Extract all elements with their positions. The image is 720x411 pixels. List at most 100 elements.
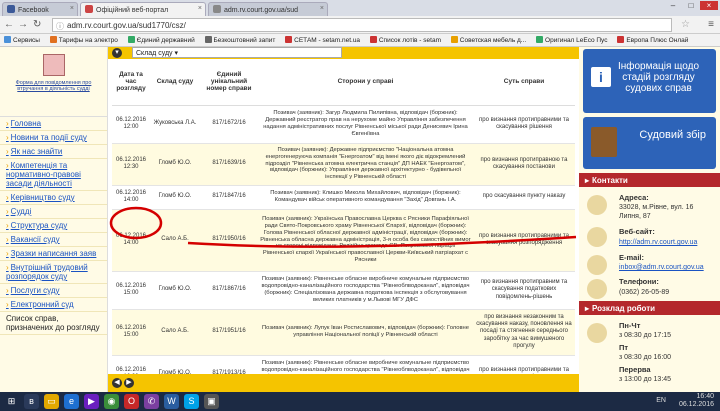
case-date: 06.12.2016 12:30: [112, 143, 150, 186]
menu-icon[interactable]: ≡: [708, 19, 714, 30]
sidebar-item-competence[interactable]: › Компетенція та нормативно-правові засад…: [0, 159, 107, 191]
tab-facebook[interactable]: Facebook ×: [2, 2, 78, 16]
opera-icon[interactable]: O: [124, 394, 139, 409]
case-subject: про визнання незаконним та скасування на…: [473, 309, 575, 356]
case-date: 06.12.2016 15:00: [112, 271, 150, 310]
url-input[interactable]: ⓘ adm.rv.court.gov.ua/sud1770/csz/: [52, 18, 672, 32]
bookmark-item[interactable]: Оригинал LeEco Пус: [532, 34, 611, 46]
windows-start-icon[interactable]: ⊞: [4, 394, 19, 409]
case-subject: про визнання протиправними та скасування…: [473, 209, 575, 272]
sidebar-item-news[interactable]: › Новини та події суду: [0, 131, 107, 145]
case-parties: Позивач (заявник): Загур Людмила Пилипів…: [258, 105, 473, 144]
bluetooth-icon[interactable]: ʙ: [24, 394, 39, 409]
column-header-date: Дата та час розгляду: [112, 59, 150, 106]
tab-court-portal[interactable]: Офіційний веб-портал ×: [80, 2, 206, 16]
word-icon[interactable]: W: [164, 394, 179, 409]
close-window-icon[interactable]: ×: [700, 1, 718, 10]
sidebar-item-services[interactable]: › Послуги суду: [0, 284, 107, 298]
page-info-icon[interactable]: ⓘ: [56, 21, 64, 32]
viber-icon[interactable]: ✆: [144, 394, 159, 409]
bookmark-item[interactable]: Тарифы на электро: [46, 34, 122, 46]
bookmark-icon: [450, 36, 458, 43]
case-subject: про скасування пункту наказу: [473, 185, 575, 210]
weekdays-label: Пн-Чт: [619, 321, 641, 330]
table-row[interactable]: 06.12.2016 14:00 Гломб Ю.О. 817/1847/16 …: [112, 185, 575, 210]
case-judge: Сало А.Б.: [150, 209, 200, 272]
case-subject: про визнання протиправною та скасування …: [473, 143, 575, 186]
bookmark-item[interactable]: Єдиний державний: [124, 34, 199, 46]
break-label: Перерва: [619, 365, 651, 374]
sidebar-item-vacancies[interactable]: › Вакансії суду: [0, 233, 107, 247]
case-judge: Гломб Ю.О.: [150, 143, 200, 186]
chrome-icon[interactable]: ◉: [104, 394, 119, 409]
sidebar-item-location[interactable]: › Як нас знайти: [0, 145, 107, 159]
media-icon[interactable]: ▶: [84, 394, 99, 409]
close-icon[interactable]: ×: [198, 5, 202, 12]
case-judge: Сало А.Б.: [150, 309, 200, 356]
sidebar-item-leadership[interactable]: › Керівництво суду: [0, 191, 107, 205]
bookmark-item[interactable]: Список лотів - setam: [366, 34, 445, 46]
table-row[interactable]: 06.12.2016 15:00 Гломб Ю.О. 817/1867/16 …: [112, 271, 575, 310]
next-page-icon[interactable]: ▶: [124, 378, 134, 388]
bullet-icon: ›: [6, 221, 9, 230]
sidebar-item-e-court[interactable]: › Електронний суд: [0, 298, 107, 312]
table-row[interactable]: 06.12.2016 12:30 Гломб Ю.О. 817/1639/16 …: [112, 143, 575, 186]
case-table: Дата та час розгляду Склад суду Єдиний у…: [112, 59, 575, 392]
close-icon[interactable]: ×: [70, 5, 74, 12]
sidebar-item-judges[interactable]: › Судді: [0, 205, 107, 219]
bookmark-item[interactable]: Советская мебель д...: [447, 34, 530, 46]
table-row[interactable]: 06.12.2016 12:00 Жуковська Л.А. 817/1672…: [112, 105, 575, 144]
sidebar-case-list[interactable]: Список справ, призначених до розгляду: [0, 312, 107, 335]
maximize-icon[interactable]: □: [682, 1, 700, 10]
email-link[interactable]: inbox@adm.rv.court.gov.ua: [619, 264, 704, 271]
skype-icon[interactable]: S: [184, 394, 199, 409]
sidebar-top: Форма для повідомлення про втручання в д…: [0, 47, 107, 117]
case-stage-banner[interactable]: i Інформація щодо стадій розгляду судови…: [583, 49, 716, 113]
website-label: Веб-сайт:: [619, 227, 655, 236]
bookmark-star-icon[interactable]: ☆: [681, 19, 690, 30]
language-indicator[interactable]: EN: [656, 397, 666, 404]
bookmark-icon: [617, 36, 625, 43]
sidebar-item-samples[interactable]: › Зразки написання заяв: [0, 247, 107, 261]
back-icon[interactable]: ←: [4, 19, 14, 30]
folder-icon[interactable]: ▭: [44, 394, 59, 409]
case-parties: Позивач (заявник): Українська Православн…: [258, 209, 473, 272]
case-date: 06.12.2016 14:00: [112, 209, 150, 272]
bookmark-item[interactable]: Безкоштовний запит: [201, 34, 280, 46]
contacts-header: ▸ Контакти: [579, 173, 720, 187]
clock-icon: [587, 323, 607, 343]
sidebar-item-schedule[interactable]: › Внутрішній трудовий розпорядок суду: [0, 261, 107, 284]
bookmark-item[interactable]: СЕТАМ - setam.net.ua: [281, 34, 364, 46]
table-row[interactable]: 06.12.2016 15:00 Сало А.Б. 817/1951/16 П…: [112, 309, 575, 356]
bookmark-icon: [127, 36, 135, 43]
case-parties: Позивач (заявник): Лупук Іван Ростиславо…: [258, 309, 473, 356]
close-icon[interactable]: ×: [320, 5, 324, 12]
minimize-icon[interactable]: –: [664, 1, 682, 10]
gavel-icon: [591, 127, 617, 157]
forward-icon[interactable]: →: [18, 19, 28, 30]
tab-court-sud[interactable]: adm.rv.court.gov.ua/sud ×: [208, 2, 328, 16]
phone-value: (0362) 26-05-89: [619, 289, 670, 296]
prev-page-icon[interactable]: ◀: [112, 378, 122, 388]
email-label: E-mail:: [619, 253, 645, 262]
toggle-icon[interactable]: ▾: [112, 48, 122, 58]
case-parties: Позивач (заявник): Клишко Микола Михайло…: [258, 185, 473, 210]
ie-icon[interactable]: e: [64, 394, 79, 409]
sidebar-item-structure[interactable]: › Структура суду: [0, 219, 107, 233]
bookmark-item[interactable]: Сервисы: [0, 34, 44, 46]
court-fee-banner[interactable]: Судовий збір: [583, 117, 716, 169]
clock[interactable]: 16:40 06.12.2016: [679, 393, 714, 409]
bookmark-item[interactable]: Европа Плюс Онлай: [613, 34, 692, 46]
table-row[interactable]: 06.12.2016 14:00 Сало А.Б. 817/1950/16 П…: [112, 209, 575, 272]
reload-icon[interactable]: ↻: [33, 19, 41, 30]
case-date: 06.12.2016 14:00: [112, 185, 150, 210]
sidebar-form-link[interactable]: Форма для повідомлення про втручання в д…: [16, 80, 92, 92]
column-header-parties: Сторони у справі: [258, 59, 473, 106]
app-icon[interactable]: ▣: [204, 394, 219, 409]
sidebar-item-home[interactable]: › Головна: [0, 117, 107, 131]
bullet-icon: ›: [6, 147, 9, 156]
case-subject: про визнання протиправними та скасування…: [473, 105, 575, 144]
triangle-icon: ▸: [585, 176, 590, 185]
court-composition-select[interactable]: Склад суду ▾: [132, 47, 342, 58]
website-link[interactable]: http://adm.rv.court.gov.ua: [619, 239, 697, 246]
